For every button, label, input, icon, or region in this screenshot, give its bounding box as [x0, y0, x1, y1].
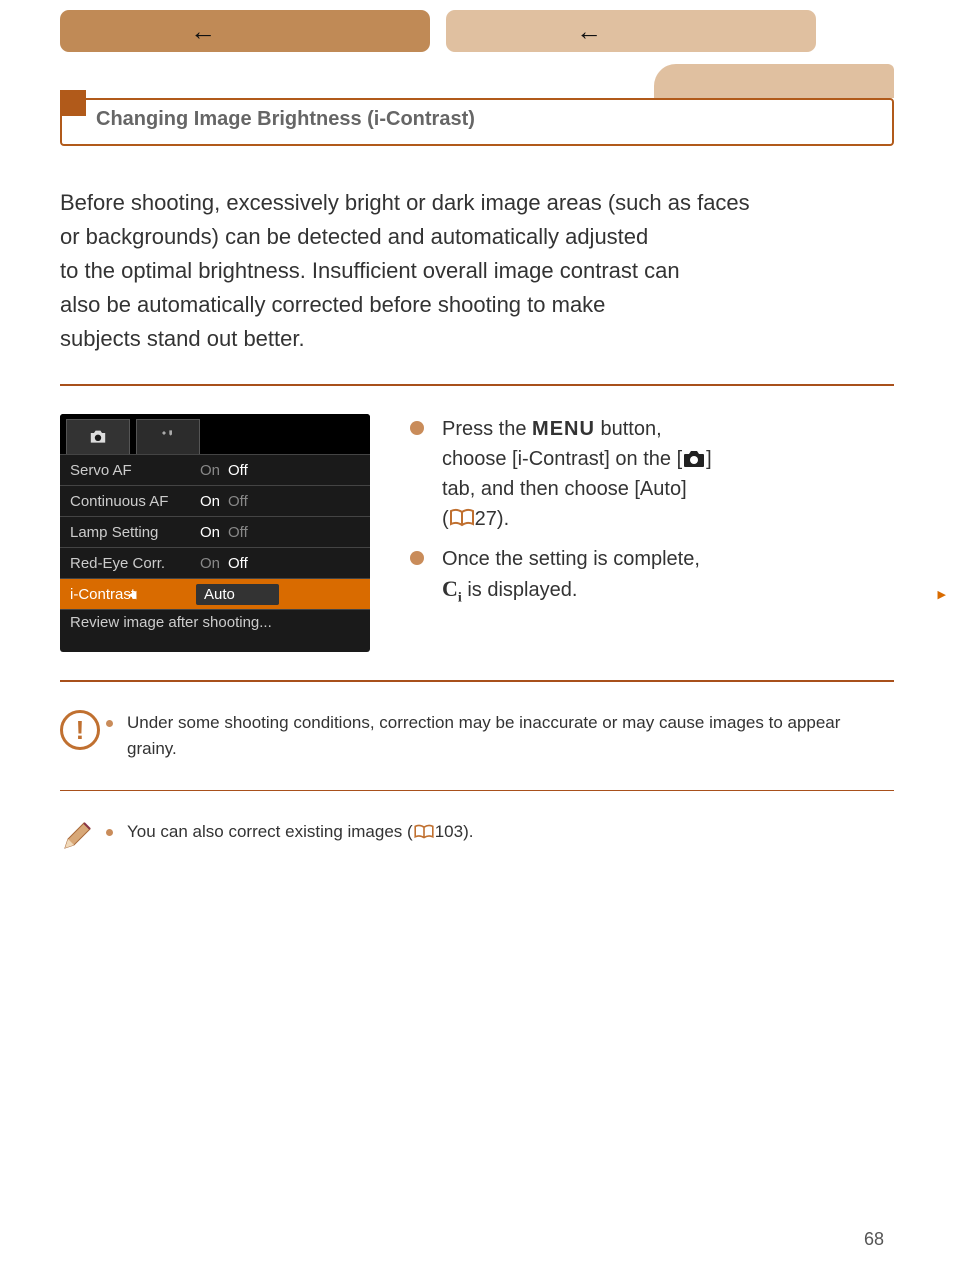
camera-icon	[88, 429, 108, 445]
bullet-icon	[106, 829, 113, 836]
section-tab	[654, 64, 894, 98]
divider	[60, 384, 894, 386]
bullet-icon	[410, 551, 424, 565]
book-icon	[413, 824, 435, 840]
menu-button-label: MENU	[532, 418, 595, 440]
page-ref-link[interactable]: 103	[435, 822, 463, 841]
nav-back-secondary[interactable]: ←	[446, 10, 816, 52]
caution-icon: !	[60, 710, 100, 750]
menu-tab-tools	[136, 419, 200, 454]
chevron-left-icon: ◀	[128, 588, 136, 601]
intro-text: Before shooting, excessively bright or d…	[60, 186, 894, 356]
divider	[60, 680, 894, 682]
menu-row-selected: i-Contrast ◀ Auto ▶	[60, 578, 370, 609]
note-text: You can also correct existing images (10…	[127, 819, 473, 845]
pencil-icon	[60, 819, 94, 853]
menu-tab-shoot	[66, 419, 130, 454]
title-square-icon	[60, 90, 86, 116]
i-contrast-icon: Ci	[442, 576, 462, 601]
arrow-left-icon: ←	[576, 16, 602, 47]
caution-text: Under some shooting conditions, correcti…	[127, 710, 894, 762]
menu-row: Continuous AFOnOff	[60, 485, 370, 516]
camera-icon	[682, 449, 706, 469]
section-title: Changing Image Brightness (i-Contrast)	[96, 108, 475, 131]
nav-back-primary[interactable]: ←	[60, 10, 430, 52]
menu-row: Servo AFOnOff	[60, 454, 370, 485]
bullet-icon	[410, 421, 424, 435]
instruction-list: Press the MENU button, choose [i-Contras…	[410, 414, 894, 652]
menu-row: Red-Eye Corr.OnOff	[60, 547, 370, 578]
bullet-icon	[106, 720, 113, 727]
page-ref-link[interactable]: 27	[475, 508, 497, 530]
book-icon	[449, 508, 475, 528]
note-block: You can also correct existing images (10…	[60, 819, 894, 858]
camera-menu-screenshot: Servo AFOnOff Continuous AFOnOff Lamp Se…	[60, 414, 370, 652]
page-number: 68	[864, 1229, 884, 1250]
instruction-item: Once the setting is complete, Ci is disp…	[410, 544, 894, 613]
tools-icon	[158, 429, 178, 445]
menu-row: Review image after shooting...	[60, 609, 370, 652]
arrow-left-icon: ←	[190, 16, 216, 47]
divider	[60, 790, 894, 791]
section-title-bar: Changing Image Brightness (i-Contrast)	[60, 98, 894, 146]
caution-block: ! Under some shooting conditions, correc…	[60, 710, 894, 762]
menu-row: Lamp SettingOnOff	[60, 516, 370, 547]
instruction-item: Press the MENU button, choose [i-Contras…	[410, 414, 894, 534]
